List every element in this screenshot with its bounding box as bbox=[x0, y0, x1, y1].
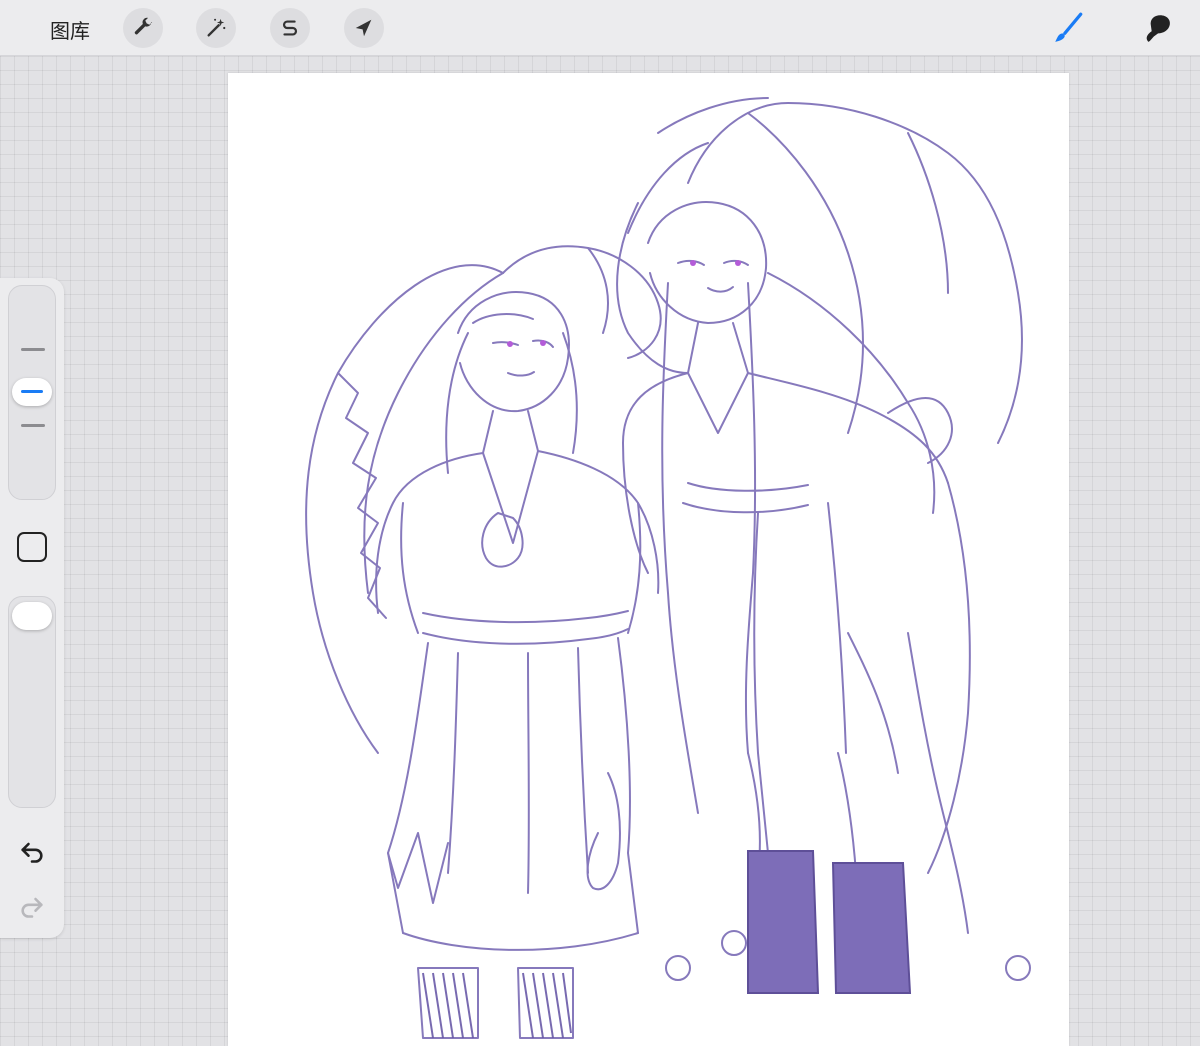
smudge-button[interactable] bbox=[1135, 6, 1179, 50]
slider-tick bbox=[21, 424, 45, 427]
undo-arrow-icon bbox=[21, 842, 43, 863]
top-toolbar: 图库 bbox=[0, 0, 1200, 56]
opacity-handle[interactable] bbox=[12, 602, 52, 630]
selection-s-icon bbox=[283, 20, 297, 36]
square-modify-icon bbox=[19, 534, 20, 535]
brush-size-handle[interactable] bbox=[12, 378, 52, 406]
redo-button[interactable] bbox=[16, 890, 48, 922]
undo-button[interactable] bbox=[16, 835, 48, 867]
adjustments-button[interactable] bbox=[196, 8, 236, 48]
slider-tick bbox=[21, 348, 45, 351]
brush-size-slider[interactable] bbox=[8, 285, 56, 500]
smudge-icon bbox=[1146, 15, 1170, 42]
gallery-button[interactable]: 图库 bbox=[50, 15, 90, 44]
paint-brush-button[interactable] bbox=[1046, 6, 1090, 50]
opacity-slider[interactable] bbox=[8, 596, 56, 808]
arrow-cursor-icon bbox=[355, 19, 372, 37]
modify-button[interactable] bbox=[17, 532, 47, 562]
magic-wand-icon bbox=[207, 18, 226, 37]
size-indicator bbox=[21, 390, 43, 393]
drawing-canvas[interactable] bbox=[228, 73, 1069, 1046]
actions-button[interactable] bbox=[123, 8, 163, 48]
redo-arrow-icon bbox=[21, 897, 43, 918]
selection-button[interactable] bbox=[270, 8, 310, 48]
left-sidebar bbox=[0, 278, 64, 938]
sketch-artwork bbox=[305, 97, 1031, 1039]
transform-button[interactable] bbox=[344, 8, 384, 48]
wrench-icon bbox=[134, 17, 153, 35]
brush-icon bbox=[1055, 12, 1083, 42]
